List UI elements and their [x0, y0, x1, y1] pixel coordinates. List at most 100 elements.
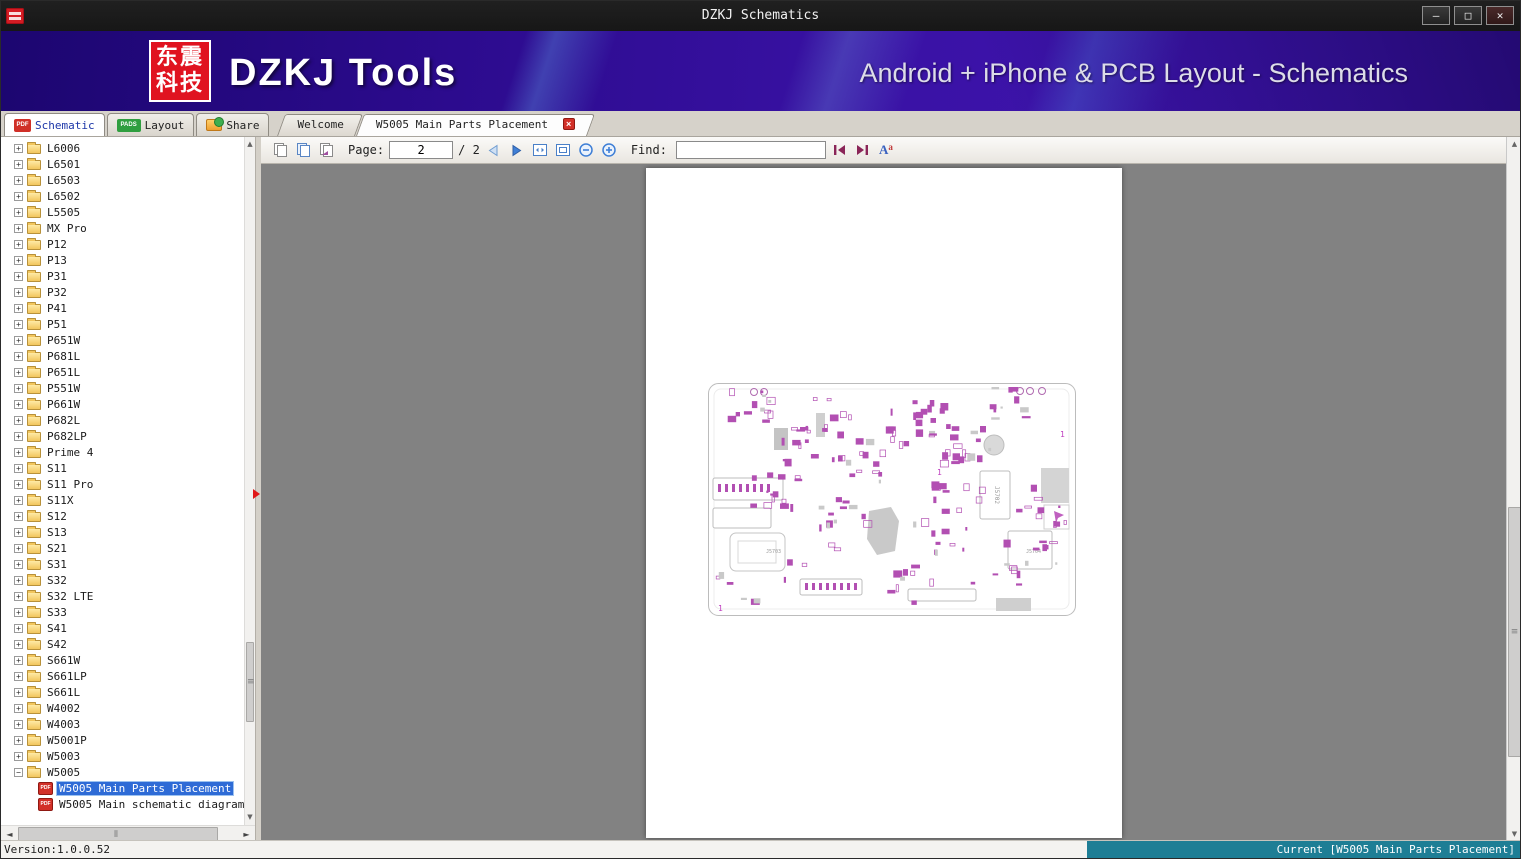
- tree-item-folder[interactable]: + S12: [1, 508, 244, 524]
- expand-node-icon[interactable]: +: [14, 223, 23, 233]
- tree-item-pdf[interactable]: PDF W5005 Main schematic diagram: [1, 796, 244, 812]
- fit-page-icon[interactable]: [554, 141, 572, 159]
- tree-item-folder[interactable]: + P651L: [1, 364, 244, 380]
- previous-page-icon[interactable]: [485, 141, 503, 159]
- expand-node-icon[interactable]: +: [14, 255, 23, 265]
- tree-item-folder[interactable]: + S21: [1, 540, 244, 556]
- maximize-button[interactable]: □: [1454, 6, 1482, 25]
- tree-item-folder[interactable]: + MX Pro: [1, 220, 244, 236]
- expand-node-icon[interactable]: +: [14, 655, 23, 665]
- tree-item-folder[interactable]: + W5001P: [1, 732, 244, 748]
- expand-node-icon[interactable]: +: [14, 159, 23, 169]
- expand-node-icon[interactable]: +: [14, 287, 23, 297]
- expand-node-icon[interactable]: +: [14, 751, 23, 761]
- tree-item-folder[interactable]: + S32: [1, 572, 244, 588]
- tree-item-folder[interactable]: + W4003: [1, 716, 244, 732]
- expand-node-icon[interactable]: +: [14, 271, 23, 281]
- fit-width-icon[interactable]: [531, 141, 549, 159]
- tree-item-folder[interactable]: + P682LP: [1, 428, 244, 444]
- tree-item-folder[interactable]: + S661LP: [1, 668, 244, 684]
- document-scroll-up-icon[interactable]: ▲: [1507, 137, 1520, 152]
- tree-item-folder[interactable]: + L6502: [1, 188, 244, 204]
- expand-node-icon[interactable]: +: [14, 639, 23, 649]
- tree-item-folder[interactable]: + P32: [1, 284, 244, 300]
- expand-node-icon[interactable]: +: [14, 671, 23, 681]
- tree-scrollbar-thumb[interactable]: [246, 642, 254, 722]
- expand-node-icon[interactable]: +: [14, 239, 23, 249]
- tree-item-folder[interactable]: + P51: [1, 316, 244, 332]
- tree-item-folder[interactable]: + S41: [1, 620, 244, 636]
- tree-item-folder[interactable]: + S661W: [1, 652, 244, 668]
- snapshot-icon[interactable]: [317, 141, 335, 159]
- expand-node-icon[interactable]: +: [14, 399, 23, 409]
- document-scrollbar[interactable]: ▲ ▼: [1506, 137, 1520, 842]
- expand-node-icon[interactable]: +: [14, 703, 23, 713]
- tree-item-folder[interactable]: + P13: [1, 252, 244, 268]
- tree-item-folder[interactable]: + Prime 4: [1, 444, 244, 460]
- expand-node-icon[interactable]: +: [14, 463, 23, 473]
- expand-node-icon[interactable]: +: [14, 335, 23, 345]
- expand-node-icon[interactable]: +: [14, 431, 23, 441]
- tree-item-folder[interactable]: + P551W: [1, 380, 244, 396]
- close-button[interactable]: ✕: [1486, 6, 1514, 25]
- expand-node-icon[interactable]: +: [14, 383, 23, 393]
- tree-item-folder[interactable]: + S11 Pro: [1, 476, 244, 492]
- find-input[interactable]: [675, 141, 826, 159]
- tree-item-folder[interactable]: + S32 LTE: [1, 588, 244, 604]
- next-page-icon[interactable]: [508, 141, 526, 159]
- document-scrollbar-thumb[interactable]: [1508, 507, 1520, 757]
- expand-node-icon[interactable]: +: [14, 479, 23, 489]
- expand-node-icon[interactable]: +: [14, 543, 23, 553]
- expand-node-icon[interactable]: +: [14, 687, 23, 697]
- page-number-input[interactable]: [389, 141, 454, 159]
- tab-schematic[interactable]: PDF Schematic: [4, 113, 105, 136]
- expand-node-icon[interactable]: +: [14, 511, 23, 521]
- expand-node-icon[interactable]: +: [14, 527, 23, 537]
- tab-layout[interactable]: PADS Layout: [106, 113, 195, 136]
- expand-node-icon[interactable]: +: [14, 735, 23, 745]
- doc-tab-w5005-main-parts-placement[interactable]: W5005 Main Parts Placement ×: [360, 114, 591, 136]
- tree-item-folder[interactable]: + S42: [1, 636, 244, 652]
- tree-horizontal-thumb[interactable]: [18, 827, 218, 842]
- find-next-icon[interactable]: [854, 141, 872, 159]
- tree-item-folder[interactable]: + L6501: [1, 156, 244, 172]
- tree-item-folder[interactable]: + S31: [1, 556, 244, 572]
- tree-item-folder[interactable]: + W5003: [1, 748, 244, 764]
- expand-node-icon[interactable]: +: [14, 591, 23, 601]
- match-case-icon[interactable]: Aa: [879, 142, 893, 158]
- doc-tab-welcome[interactable]: Welcome: [281, 114, 359, 136]
- tree-item-folder[interactable]: + S11X: [1, 492, 244, 508]
- tree-item-folder[interactable]: + S11: [1, 460, 244, 476]
- expand-node-icon[interactable]: +: [14, 607, 23, 617]
- expand-node-icon[interactable]: +: [14, 191, 23, 201]
- copy-page-icon[interactable]: [294, 141, 312, 159]
- tab-share[interactable]: Share: [196, 113, 270, 136]
- tree-item-folder[interactable]: + P41: [1, 300, 244, 316]
- tree-scroll-up-icon[interactable]: ▲: [245, 137, 255, 152]
- tree-item-folder[interactable]: + P682L: [1, 412, 244, 428]
- expand-node-icon[interactable]: +: [14, 367, 23, 377]
- expand-node-icon[interactable]: +: [14, 623, 23, 633]
- tree-scroll-down-icon[interactable]: ▼: [245, 810, 255, 825]
- expand-node-icon[interactable]: +: [14, 303, 23, 313]
- tree-item-folder[interactable]: + L5505: [1, 204, 244, 220]
- tree-item-folder[interactable]: + P651W: [1, 332, 244, 348]
- expand-node-icon[interactable]: +: [14, 495, 23, 505]
- tree-item-folder[interactable]: + P681L: [1, 348, 244, 364]
- pdf-viewport[interactable]: J5702 J5703 J5704 1 1 1: [261, 164, 1506, 842]
- expand-node-icon[interactable]: +: [14, 143, 23, 153]
- close-tab-icon[interactable]: ×: [562, 118, 575, 130]
- tree-item-folder[interactable]: + S661L: [1, 684, 244, 700]
- expand-node-icon[interactable]: +: [14, 351, 23, 361]
- tree-item-folder[interactable]: + P12: [1, 236, 244, 252]
- expand-node-icon[interactable]: +: [14, 719, 23, 729]
- expand-node-icon[interactable]: +: [14, 319, 23, 329]
- tree-item-folder[interactable]: + L6503: [1, 172, 244, 188]
- expand-node-icon[interactable]: +: [14, 559, 23, 569]
- tree-scrollbar[interactable]: ▲ ▼: [244, 137, 255, 825]
- tree-item-folder[interactable]: + W4002: [1, 700, 244, 716]
- tree-item-folder[interactable]: + S13: [1, 524, 244, 540]
- tree-item-folder[interactable]: + S33: [1, 604, 244, 620]
- expand-node-icon[interactable]: +: [14, 447, 23, 457]
- zoom-in-icon[interactable]: [600, 141, 618, 159]
